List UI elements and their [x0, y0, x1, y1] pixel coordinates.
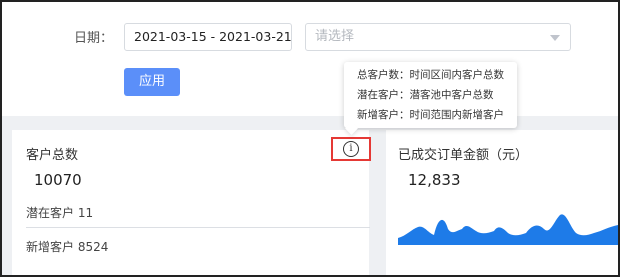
order-amount-card: 已成交订单金额（元） 12,833 — [386, 130, 618, 275]
customer-card-title: 客户总数 — [26, 148, 79, 163]
new-customers: 新增客户 8524 — [26, 240, 109, 254]
apply-button[interactable]: 应用 — [124, 68, 180, 96]
order-card-title: 已成交订单金额（元） — [398, 148, 529, 163]
card-divider — [26, 227, 370, 228]
order-amount-value: 12,833 — [408, 171, 461, 189]
tooltip-line-new: 新增客户：时间范围内新增客户 — [357, 109, 504, 121]
info-highlight-box: i — [331, 137, 371, 161]
select-placeholder: 请选择 — [315, 29, 355, 44]
caret-down-icon — [550, 35, 560, 41]
category-select[interactable]: 请选择 — [305, 23, 571, 51]
potential-customers: 潜在客户 11 — [26, 206, 94, 220]
tooltip-line-total: 总客户数：时间区间内客户总数 — [357, 69, 504, 81]
customer-total-card: 客户总数 10070 潜在客户 11 新增客户 8524 — [12, 130, 370, 275]
date-label: 日期： — [74, 31, 114, 46]
trend-area — [398, 214, 618, 245]
date-range-input[interactable]: 2021-03-15 - 2021-03-21 — [124, 23, 292, 51]
order-trend-area-chart — [398, 214, 618, 245]
info-circle-icon[interactable]: i — [343, 141, 359, 157]
tooltip-line-potential: 潜在客户：潜客池中客户总数 — [357, 89, 494, 101]
customer-total-value: 10070 — [34, 171, 82, 189]
info-tooltip: 总客户数：时间区间内客户总数 潜在客户：潜客池中客户总数 新增客户：时间范围内新… — [344, 62, 517, 135]
filter-panel — [2, 2, 618, 118]
